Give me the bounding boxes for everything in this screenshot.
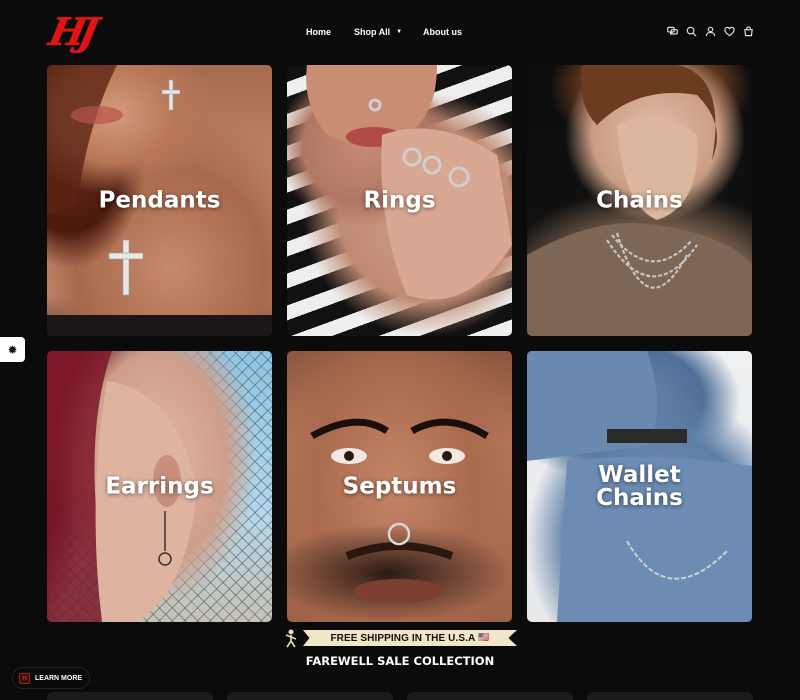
nav-home-label: Home: [306, 27, 332, 37]
figure-icon: [285, 629, 297, 648]
category-label: Chains: [596, 187, 683, 213]
brand-logo[interactable]: HJ: [45, 8, 96, 56]
sparkle-icon: ✹: [7, 342, 18, 357]
product-card[interactable]: [47, 692, 213, 700]
nav-shop-all-label: Shop All: [354, 27, 391, 37]
category-tile-pendants[interactable]: Pendants: [47, 65, 272, 336]
nav-home[interactable]: Home: [306, 24, 331, 40]
nav-about-us[interactable]: About us: [423, 24, 462, 40]
product-card[interactable]: [227, 692, 393, 700]
logo-text: HJ: [45, 9, 97, 54]
search-icon[interactable]: [685, 25, 697, 37]
category-label: Pendants: [98, 187, 221, 213]
product-card[interactable]: [407, 692, 573, 700]
category-tile-chains[interactable]: Chains: [527, 65, 752, 336]
section-title: FAREWELL SALE COLLECTION: [305, 654, 495, 668]
shipping-ribbon: FREE SHIPPING IN THE U.S.A 🇺🇸: [303, 630, 517, 646]
site-header: HJ Home Shop All ▼ About us: [0, 0, 800, 62]
header-icons: [666, 25, 754, 37]
account-icon[interactable]: [704, 25, 716, 37]
category-tile-septums[interactable]: Septums: [287, 351, 512, 622]
brand-mini-logo-icon: H: [19, 672, 30, 684]
chevron-down-icon: ▼: [396, 29, 403, 35]
shipping-banner: FREE SHIPPING IN THE U.S.A 🇺🇸: [283, 628, 517, 648]
category-label: Wallet Chains: [596, 461, 683, 511]
category-tile-wallet-chains[interactable]: Wallet Chains: [527, 351, 752, 622]
wishlist-icon[interactable]: [723, 25, 735, 37]
us-flag-icon: 🇺🇸: [478, 633, 490, 643]
nav-about-label: About us: [423, 27, 462, 37]
chat-icon[interactable]: [666, 25, 678, 37]
learn-more-button[interactable]: H LEARN MORE: [12, 667, 90, 689]
learn-more-label: LEARN MORE: [35, 674, 83, 682]
side-floating-button[interactable]: ✹: [0, 337, 25, 362]
category-tile-rings[interactable]: Rings: [287, 65, 512, 336]
shipping-text: FREE SHIPPING IN THE U.S.A: [330, 632, 476, 644]
category-label: Septums: [342, 473, 457, 499]
category-tile-earrings[interactable]: Earrings: [47, 351, 272, 622]
category-label: Rings: [363, 187, 436, 213]
product-card[interactable]: [587, 692, 753, 700]
cart-icon[interactable]: [742, 25, 754, 37]
nav-shop-all[interactable]: Shop All ▼: [354, 24, 402, 40]
category-label: Earrings: [105, 473, 214, 499]
